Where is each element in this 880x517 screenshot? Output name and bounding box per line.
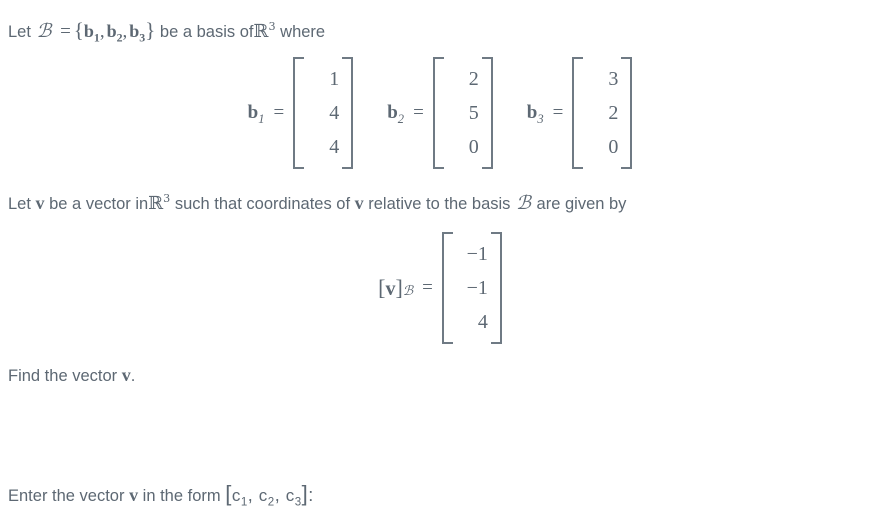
line2-middle3-text: relative to the basis [368, 195, 511, 213]
b2-subscript: 2 [397, 111, 405, 126]
b2-equals-sign: = [413, 102, 424, 123]
line3-prefix-text: Find the vector [8, 367, 118, 385]
b1-label: b1 [247, 102, 265, 126]
problem-page: Let ℬ = {b1, b2, b3} be a basis ofℝ3 where … [0, 0, 880, 517]
comma-1: , [99, 21, 105, 42]
real-numbers-symbol: ℝ3 [253, 21, 275, 42]
b1-subscript: 1 [258, 111, 265, 126]
equals-sign: = [60, 21, 71, 42]
vector-v-symbol: v [129, 485, 139, 505]
coord-equals-sign: = [422, 277, 433, 298]
b3-subscript: 3 [537, 111, 544, 126]
c3-subscript: 3 [294, 496, 302, 509]
b3-entry-3: 0 [608, 136, 619, 158]
b1-equals-sign: = [273, 102, 285, 123]
coord-entry-2: −1 [466, 277, 488, 299]
b2-label: b2 [387, 102, 405, 126]
statement-line-basis-definition: Let ℬ = {b1, b2, b3} be a basis ofℝ3 where [8, 15, 325, 47]
format-colon: : [308, 485, 314, 505]
line1-prefix-text: Let [8, 23, 31, 41]
R-glyph: ℝ [253, 21, 269, 42]
R-glyph: ℝ [148, 193, 164, 214]
b2-subscript: 2 [116, 30, 123, 45]
b2-letter: b [387, 102, 398, 123]
b-letter: b [83, 21, 94, 41]
line2-middle2-text: such that coordinates of [174, 195, 351, 213]
coord-open-bracket: [ [378, 275, 386, 300]
basis-vector-equation-b3: b3 = 3 2 0 [527, 57, 633, 169]
line2-suffix-text: are given by [536, 195, 627, 213]
basis-vector-b3-label: b3 [129, 21, 145, 44]
b3-equals-sign: = [552, 102, 564, 123]
coefficient-c2: c2 [258, 486, 275, 509]
R-exponent: 3 [163, 192, 171, 205]
b2-entry-2: 5 [468, 102, 479, 124]
coefficient-c1: c1 [231, 486, 248, 509]
statement-line-coordinates: Let v be a vector inℝ3 such that coordin… [8, 190, 626, 219]
b2-entry-1: 2 [468, 68, 479, 90]
b1-entry-2: 4 [329, 102, 340, 124]
b1-subscript: 1 [93, 30, 100, 45]
b1-column-vector: 1 4 4 [293, 57, 354, 169]
c1-letter: c [231, 486, 241, 505]
vector-v-symbol: v [35, 193, 45, 213]
b-letter: b [129, 21, 140, 41]
b3-label: b3 [526, 102, 544, 126]
coord-close-bracket: ] [395, 275, 403, 300]
b1-entry-3: 4 [329, 136, 340, 158]
line1-middle-text: be a basis of [159, 23, 254, 41]
basis-vectors-display: b1 = 1 4 4 b2 = 2 5 0 b3 = 3 2 0 [0, 57, 880, 169]
format-comma-2: , [274, 485, 281, 505]
b2-column-vector: 2 5 0 [432, 57, 493, 169]
format-comma-1: , [247, 485, 254, 505]
b1-letter: b [247, 102, 259, 123]
b3-column-vector: 3 2 0 [572, 57, 633, 169]
coord-vector-v: v [385, 278, 396, 300]
b2-entry-3: 0 [468, 136, 479, 158]
format-open-bracket: [ [225, 481, 232, 506]
statement-line-answer-format: Enter the vector v in the form [c1, c2, … [8, 477, 314, 510]
basis-vector-equation-b1: b1 = 1 4 4 [248, 57, 354, 169]
coordinate-vector-display: [v] ℬ = −1 −1 4 [0, 232, 880, 344]
coord-entry-1: −1 [466, 243, 488, 265]
c2-subscript: 2 [267, 496, 275, 509]
basis-vector-b1-label: b1 [83, 21, 100, 44]
line4-middle-text: in the form [142, 487, 221, 505]
real-numbers-symbol: ℝ3 [148, 193, 170, 214]
vector-v-symbol-2: v [354, 193, 364, 213]
coord-entry-3: 4 [477, 311, 488, 333]
coefficient-c3: c3 [285, 486, 302, 509]
vector-v-symbol: v [121, 365, 131, 385]
b-letter: b [106, 21, 117, 41]
open-brace: { [73, 18, 84, 42]
c2-letter: c [258, 486, 268, 505]
coordinate-vector-label: [v] ℬ [378, 275, 414, 300]
b3-entry-2: 2 [608, 102, 619, 124]
basis-symbol-script-b: ℬ [36, 21, 52, 42]
b1-entry-1: 1 [329, 68, 340, 90]
basis-vector-equation-b2: b2 = 2 5 0 [387, 57, 493, 169]
statement-line-find-vector: Find the vector v. [8, 362, 135, 389]
line1-suffix-text: where [280, 23, 326, 41]
coord-column-vector: −1 −1 4 [441, 232, 502, 344]
line3-period: . [130, 367, 136, 385]
line2-prefix-text: Let [8, 195, 31, 213]
R-exponent: 3 [268, 20, 276, 33]
line4-prefix-text: Enter the vector [8, 487, 125, 505]
line2-middle1-text: be a vector in [49, 195, 149, 213]
basis-symbol-script-b: ℬ [516, 193, 531, 214]
basis-vector-b2-label: b2 [106, 21, 123, 44]
c1-subscript: 1 [240, 496, 248, 509]
b3-entry-1: 3 [608, 68, 619, 90]
b3-letter: b [526, 102, 538, 123]
answer-format-template: [c1, c2, c3]: [225, 481, 314, 509]
c3-letter: c [285, 486, 295, 505]
close-brace: } [145, 18, 156, 42]
